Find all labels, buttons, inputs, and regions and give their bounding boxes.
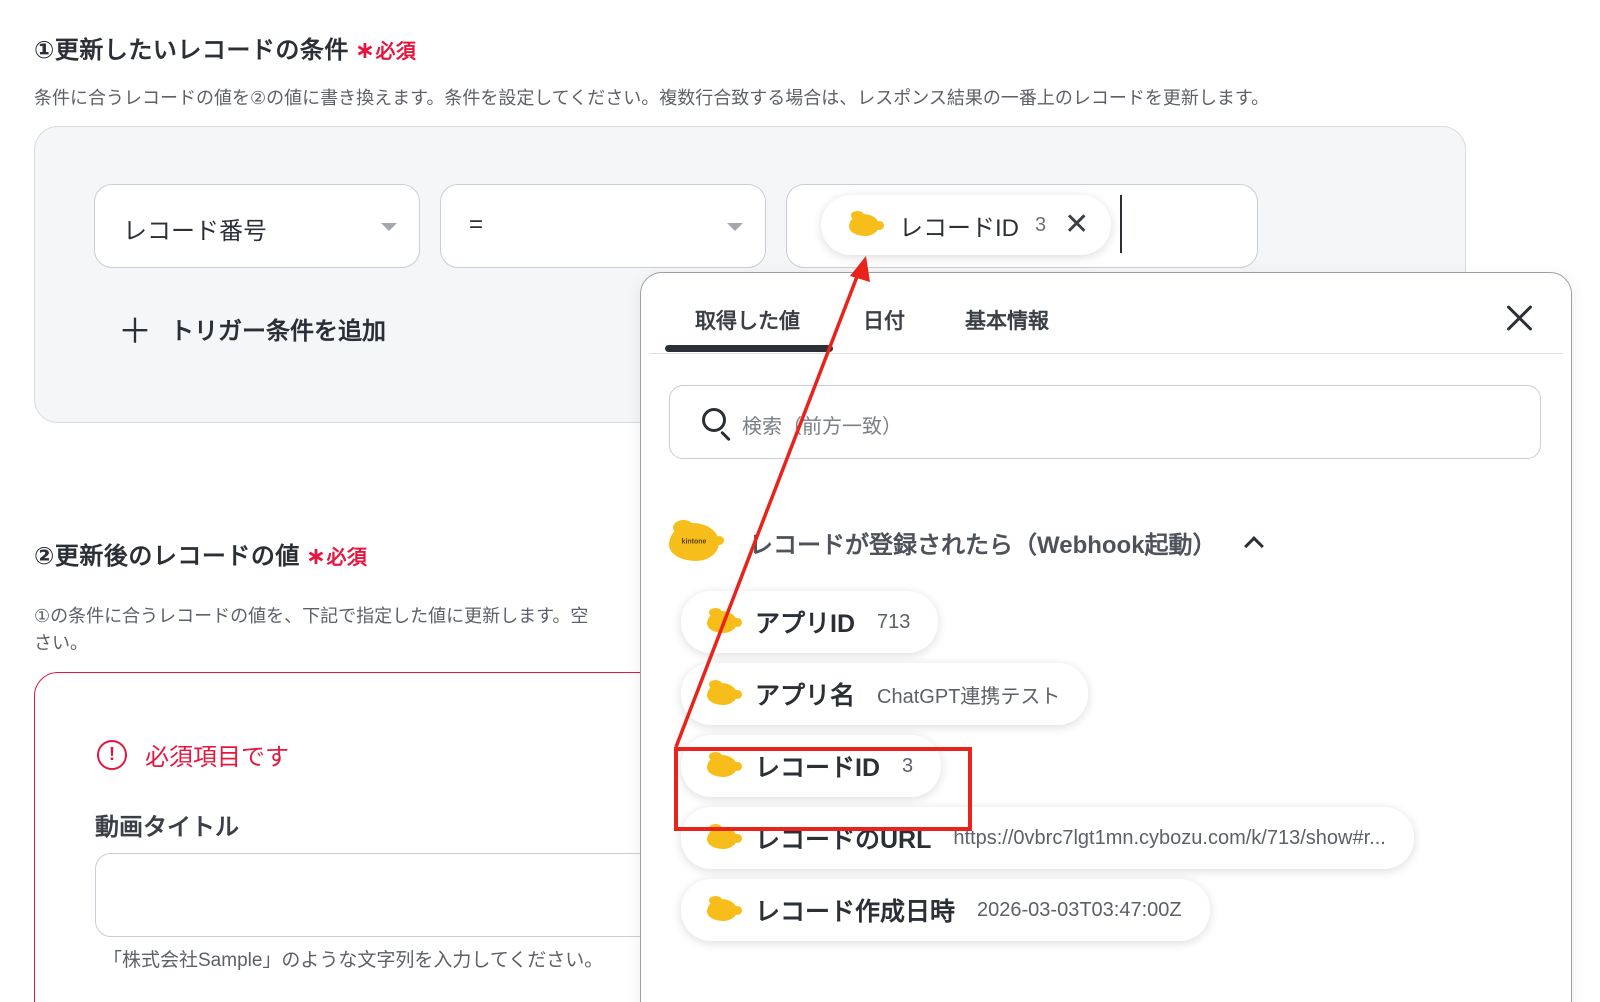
- annotation-arrow: [674, 256, 870, 748]
- annotation-arrow-line: [674, 273, 860, 748]
- annotation-arrow-head: [850, 256, 870, 282]
